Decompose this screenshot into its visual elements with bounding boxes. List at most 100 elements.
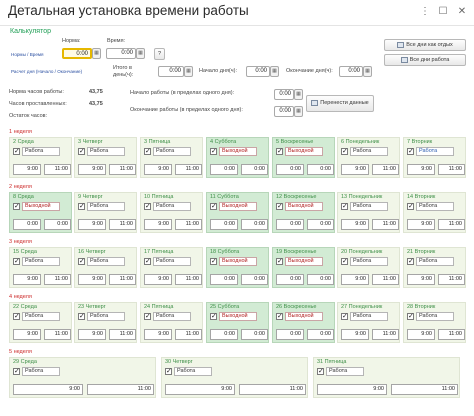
day-enabled-checkbox[interactable]: ✓ (210, 313, 217, 320)
day-end-input[interactable]: 0:00 (307, 329, 334, 340)
day-start-input[interactable]: 9:00 (407, 164, 435, 175)
day-enabled-checkbox[interactable]: ✓ (13, 148, 20, 155)
day-start-input[interactable]: 9:00 (165, 384, 235, 395)
day-status-field[interactable]: Выходной (22, 202, 60, 211)
day-end-input[interactable]: 11:00 (87, 384, 154, 395)
day-status-field[interactable]: Работа (153, 257, 191, 266)
day-enabled-checkbox[interactable]: ✓ (78, 258, 85, 265)
day-enabled-checkbox[interactable]: ✓ (210, 258, 217, 265)
day-start-input[interactable]: 0:00 (276, 164, 304, 175)
transfer-data-button[interactable]: Перенести данные (306, 95, 374, 112)
day-enabled-checkbox[interactable]: ✓ (13, 203, 20, 210)
day-status-field[interactable]: Работа (326, 367, 364, 376)
work-end-spin-button[interactable]: ▦ (294, 106, 303, 117)
day-end-input[interactable]: 0:00 (241, 164, 268, 175)
day-enabled-checkbox[interactable]: ✓ (78, 203, 85, 210)
day-start-input[interactable]: 9:00 (144, 274, 172, 285)
day-start-input[interactable]: 9:00 (341, 329, 369, 340)
work-start-spin-button[interactable]: ▦ (294, 89, 303, 100)
day-start-input[interactable]: 9:00 (341, 219, 369, 230)
day-end-input[interactable]: 11:00 (239, 384, 306, 395)
day-status-field[interactable]: Работа (416, 257, 454, 266)
day-start-input[interactable]: 9:00 (78, 274, 106, 285)
day-enabled-checkbox[interactable]: ✓ (13, 368, 20, 375)
day-start-input[interactable]: 9:00 (78, 329, 106, 340)
norm-input[interactable]: 0:00 (62, 48, 92, 59)
day-end-input[interactable]: 0:00 (307, 274, 334, 285)
day-status-field[interactable]: Работа (87, 202, 125, 211)
day-enabled-checkbox[interactable]: ✓ (341, 258, 348, 265)
day-start-input[interactable]: 0:00 (13, 219, 41, 230)
day-start-input[interactable]: 9:00 (407, 219, 435, 230)
day-enabled-checkbox[interactable]: ✓ (276, 148, 283, 155)
day-end-input[interactable]: 11:00 (438, 329, 465, 340)
day-enabled-checkbox[interactable]: ✓ (78, 313, 85, 320)
day-status-field[interactable]: Работа (87, 147, 125, 156)
day-end-input[interactable]: 11:00 (44, 274, 71, 285)
day-enabled-checkbox[interactable]: ✓ (144, 313, 151, 320)
day-end-input[interactable]: 0:00 (241, 329, 268, 340)
day-enabled-checkbox[interactable]: ✓ (276, 313, 283, 320)
day-start-input[interactable]: 0:00 (210, 164, 238, 175)
day-end-input[interactable]: 0:00 (241, 219, 268, 230)
time-spin-button[interactable]: ▦ (136, 48, 145, 59)
close-icon[interactable]: ✕ (455, 5, 469, 19)
day-end-input[interactable]: 0:00 (307, 164, 334, 175)
day-status-field[interactable]: Работа (153, 147, 191, 156)
day-enabled-checkbox[interactable]: ✓ (341, 313, 348, 320)
day-enabled-checkbox[interactable]: ✓ (341, 148, 348, 155)
day-start-input[interactable]: 0:00 (210, 219, 238, 230)
day-start-input[interactable]: 9:00 (407, 329, 435, 340)
day-start-input[interactable]: 0:00 (276, 329, 304, 340)
day-end-input[interactable]: 11:00 (175, 329, 202, 340)
day-end-input[interactable]: 11:00 (109, 329, 136, 340)
start-day-input[interactable]: 0:00 (246, 66, 270, 77)
day-start-input[interactable]: 9:00 (341, 164, 369, 175)
day-enabled-checkbox[interactable]: ✓ (165, 368, 172, 375)
day-status-field[interactable]: Работа (87, 312, 125, 321)
day-start-input[interactable]: 9:00 (144, 219, 172, 230)
day-status-field[interactable]: Выходной (219, 147, 257, 156)
total-input[interactable]: 0:00 (158, 66, 184, 77)
day-end-input[interactable]: 11:00 (372, 164, 399, 175)
day-status-field[interactable]: Выходной (285, 202, 323, 211)
day-range-link[interactable]: Расчет дня (Начало / Окончание) (11, 68, 82, 75)
day-status-field[interactable]: Работа (153, 312, 191, 321)
time-input[interactable]: 0:00 (106, 48, 136, 59)
day-end-input[interactable]: 11:00 (44, 164, 71, 175)
day-end-input[interactable]: 11:00 (372, 274, 399, 285)
day-end-input[interactable]: 0:00 (307, 219, 334, 230)
day-end-input[interactable]: 11:00 (391, 384, 458, 395)
day-status-field[interactable]: Работа (153, 202, 191, 211)
day-enabled-checkbox[interactable]: ✓ (144, 148, 151, 155)
day-status-field[interactable]: Работа (350, 312, 388, 321)
day-end-input[interactable]: 11:00 (438, 164, 465, 175)
day-status-field[interactable]: Работа (416, 312, 454, 321)
day-enabled-checkbox[interactable]: ✓ (144, 203, 151, 210)
day-status-field[interactable]: Выходной (285, 257, 323, 266)
day-enabled-checkbox[interactable]: ✓ (276, 203, 283, 210)
day-status-field[interactable]: Работа (416, 147, 454, 156)
day-enabled-checkbox[interactable]: ✓ (407, 203, 414, 210)
day-enabled-checkbox[interactable]: ✓ (144, 258, 151, 265)
work-start-input[interactable]: 0:00 (274, 89, 294, 100)
norms-time-link[interactable]: Нормы / Время (11, 51, 44, 58)
day-status-field[interactable]: Выходной (285, 147, 323, 156)
work-end-input[interactable]: 0:00 (274, 106, 294, 117)
day-enabled-checkbox[interactable]: ✓ (210, 148, 217, 155)
day-end-input[interactable]: 11:00 (44, 329, 71, 340)
day-end-input[interactable]: 11:00 (372, 219, 399, 230)
day-status-field[interactable]: Работа (87, 257, 125, 266)
day-status-field[interactable]: Работа (174, 367, 212, 376)
start-day-spin-button[interactable]: ▦ (270, 66, 279, 77)
more-menu-icon[interactable]: ⋮ (418, 5, 432, 19)
day-status-field[interactable]: Выходной (285, 312, 323, 321)
day-status-field[interactable]: Выходной (219, 257, 257, 266)
all-days-rest-button[interactable]: Все дни как отдых (384, 39, 466, 51)
day-end-input[interactable]: 11:00 (109, 164, 136, 175)
day-status-field[interactable]: Работа (350, 147, 388, 156)
day-enabled-checkbox[interactable]: ✓ (407, 313, 414, 320)
day-status-field[interactable]: Выходной (219, 312, 257, 321)
day-start-input[interactable]: 9:00 (13, 164, 41, 175)
all-days-work-button[interactable]: Все дни работа (384, 54, 466, 66)
